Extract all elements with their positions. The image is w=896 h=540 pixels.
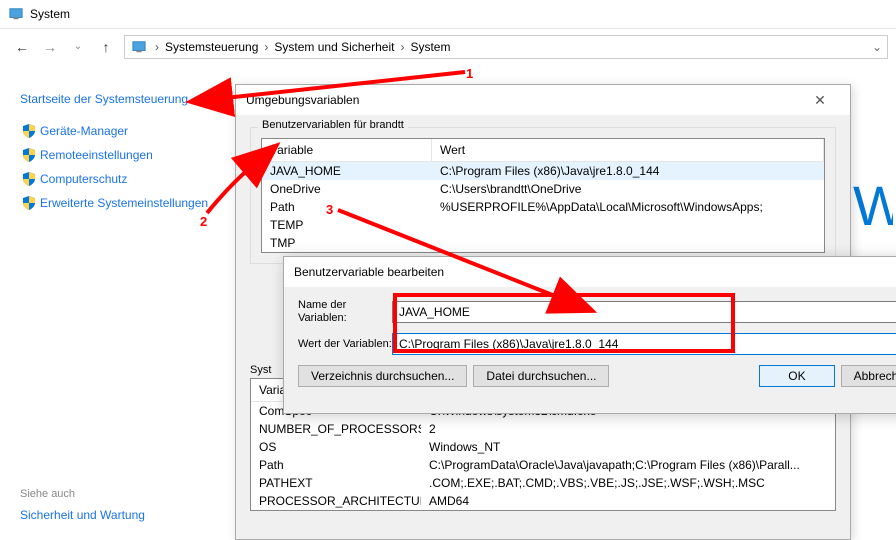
groupbox-label: Benutzervariablen für brandtt bbox=[258, 119, 408, 131]
recent-button[interactable]: ⌄ bbox=[64, 41, 92, 52]
sidebar-item-advanced[interactable]: Erweiterte Systemeinstellungen bbox=[20, 196, 217, 210]
table-row[interactable]: TEMP bbox=[262, 216, 824, 234]
dialog-titlebar[interactable]: Umgebungsvariablen ✕ bbox=[236, 85, 850, 115]
sidebar-header-link[interactable]: Startseite der Systemsteuerung bbox=[20, 92, 217, 106]
see-also-link[interactable]: Sicherheit und Wartung bbox=[20, 508, 145, 522]
shield-icon bbox=[20, 148, 38, 162]
browse-file-button[interactable]: Datei durchsuchen... bbox=[473, 365, 609, 387]
table-row[interactable]: Path%USERPROFILE%\AppData\Local\Microsof… bbox=[262, 198, 824, 216]
chevron-down-icon[interactable]: ⌄ bbox=[867, 40, 887, 54]
column-header-variable[interactable]: Variable bbox=[262, 139, 432, 161]
table-row[interactable]: JAVA_HOMEC:\Program Files (x86)\Java\jre… bbox=[262, 162, 824, 180]
up-button[interactable]: ↑ bbox=[92, 39, 120, 55]
dialog-title: Umgebungsvariablen bbox=[246, 93, 800, 107]
chevron-right-icon[interactable]: › bbox=[262, 40, 270, 54]
forward-button[interactable]: → bbox=[36, 39, 64, 55]
table-row[interactable]: OSWindows_NT bbox=[251, 438, 835, 456]
ok-button[interactable]: OK bbox=[759, 365, 834, 387]
table-row[interactable]: PROCESSOR_ARCHITECTUREAMD64 bbox=[251, 492, 835, 510]
column-header-value[interactable]: Wert bbox=[432, 139, 824, 161]
back-button[interactable]: ← bbox=[8, 39, 36, 55]
table-row[interactable]: TMP bbox=[262, 234, 824, 252]
shield-icon bbox=[20, 196, 38, 210]
var-value-label: Wert der Variablen: bbox=[298, 338, 392, 351]
page-heading: W bbox=[853, 173, 893, 238]
cancel-button[interactable]: Abbrechn bbox=[841, 365, 896, 387]
sidebar-item-label: Erweiterte Systemeinstellungen bbox=[40, 196, 208, 210]
window-title: System bbox=[30, 7, 70, 21]
chevron-right-icon[interactable]: › bbox=[153, 40, 161, 54]
sidebar-item-remote[interactable]: Remoteeinstellungen bbox=[20, 148, 217, 162]
sidebar-item-label: Computerschutz bbox=[40, 172, 127, 186]
browse-dir-button[interactable]: Verzeichnis durchsuchen... bbox=[298, 365, 467, 387]
shield-icon bbox=[20, 124, 38, 138]
user-vars-table[interactable]: Variable Wert JAVA_HOMEC:\Program Files … bbox=[261, 138, 825, 253]
addressbar-icon bbox=[125, 40, 153, 54]
chevron-right-icon[interactable]: › bbox=[398, 40, 406, 54]
table-row[interactable]: PathC:\ProgramData\Oracle\Java\javapath;… bbox=[251, 456, 835, 474]
dialog-titlebar[interactable]: Benutzervariable bearbeiten bbox=[284, 257, 896, 287]
var-name-input[interactable] bbox=[392, 301, 896, 323]
breadcrumb[interactable]: System bbox=[406, 40, 454, 54]
sidebar-item-device-manager[interactable]: Geräte-Manager bbox=[20, 124, 217, 138]
sidebar: Startseite der Systemsteuerung Geräte-Ma… bbox=[0, 64, 225, 540]
table-row[interactable]: PATHEXT.COM;.EXE;.BAT;.CMD;.VBS;.VBE;.JS… bbox=[251, 474, 835, 492]
window-titlebar: System bbox=[0, 0, 896, 28]
see-also-label: Siehe auch bbox=[20, 488, 145, 500]
table-row[interactable]: NUMBER_OF_PROCESSORS2 bbox=[251, 420, 835, 438]
nav-bar: ← → ⌄ ↑ › Systemsteuerung › System und S… bbox=[0, 28, 896, 64]
address-bar[interactable]: › Systemsteuerung › System und Sicherhei… bbox=[124, 35, 888, 59]
sidebar-item-label: Remoteeinstellungen bbox=[40, 148, 153, 162]
sidebar-item-label: Geräte-Manager bbox=[40, 124, 128, 138]
shield-icon bbox=[20, 172, 38, 186]
sidebar-item-protection[interactable]: Computerschutz bbox=[20, 172, 217, 186]
table-row[interactable]: OneDriveC:\Users\brandtt\OneDrive bbox=[262, 180, 824, 198]
breadcrumb[interactable]: System und Sicherheit bbox=[270, 40, 398, 54]
breadcrumb[interactable]: Systemsteuerung bbox=[161, 40, 262, 54]
var-value-input[interactable] bbox=[392, 333, 896, 355]
system-icon bbox=[8, 7, 24, 22]
close-icon[interactable]: ✕ bbox=[800, 92, 840, 109]
edit-var-dialog: Benutzervariable bearbeiten Name der Var… bbox=[283, 256, 896, 414]
var-name-label: Name der Variablen: bbox=[298, 299, 392, 325]
dialog-title: Benutzervariable bearbeiten bbox=[294, 265, 896, 279]
see-also-section: Siehe auch Sicherheit und Wartung bbox=[20, 488, 145, 522]
